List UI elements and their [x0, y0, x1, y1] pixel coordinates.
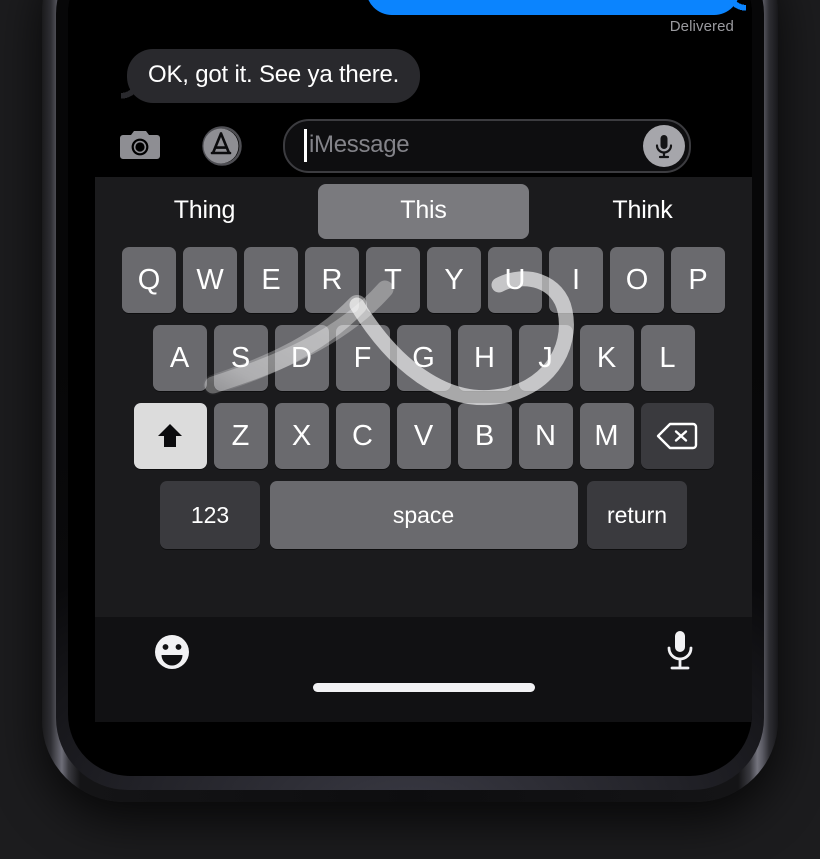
text-caret: [304, 129, 307, 162]
emoji-button[interactable]: [152, 632, 192, 672]
keyboard-row-3: Z X C V B N M: [95, 403, 752, 469]
delivered-status: Delivered: [669, 18, 734, 35]
dictation-button[interactable]: [665, 629, 695, 675]
space-key[interactable]: space: [269, 481, 578, 549]
prediction-2[interactable]: Think: [537, 184, 748, 239]
key-g[interactable]: G: [396, 325, 451, 391]
key-k[interactable]: K: [579, 325, 634, 391]
message-input-bar: iMessage: [68, 112, 752, 177]
phone-screen: Yeah. Staying at the beach late. Deliver…: [68, 0, 752, 776]
key-y[interactable]: Y: [427, 247, 481, 313]
message-bubble-received[interactable]: OK, got it. See ya there.: [127, 49, 421, 103]
key-r[interactable]: R: [305, 247, 359, 313]
key-p[interactable]: P: [671, 247, 725, 313]
key-n[interactable]: N: [518, 403, 573, 469]
backspace-key[interactable]: [640, 403, 714, 469]
camera-icon: [120, 131, 160, 159]
key-a[interactable]: A: [152, 325, 207, 391]
keyboard-row-2: A S D F G H J K L: [95, 325, 752, 391]
key-s[interactable]: S: [213, 325, 268, 391]
key-w[interactable]: W: [183, 247, 237, 313]
key-q[interactable]: Q: [122, 247, 176, 313]
key-c[interactable]: C: [335, 403, 390, 469]
app-store-icon: [202, 126, 242, 166]
camera-button[interactable]: [119, 125, 161, 165]
key-t[interactable]: T: [366, 247, 420, 313]
key-m[interactable]: M: [579, 403, 634, 469]
predictive-text-bar: Thing This Think: [95, 177, 752, 245]
key-l[interactable]: L: [640, 325, 695, 391]
key-h[interactable]: H: [457, 325, 512, 391]
key-u[interactable]: U: [488, 247, 542, 313]
key-i[interactable]: I: [549, 247, 603, 313]
emoji-smiley-icon: [155, 635, 189, 669]
prediction-0[interactable]: Thing: [99, 184, 310, 239]
key-x[interactable]: X: [274, 403, 329, 469]
keyboard-bottom-bar: [95, 617, 752, 722]
key-z[interactable]: Z: [213, 403, 268, 469]
key-d[interactable]: D: [274, 325, 329, 391]
backspace-icon: [656, 422, 698, 450]
numbers-key[interactable]: 123: [160, 481, 260, 549]
shift-arrow-icon: [158, 424, 182, 447]
message-placeholder: iMessage: [309, 131, 410, 158]
field-dictation-button[interactable]: [643, 125, 685, 167]
key-e[interactable]: E: [244, 247, 298, 313]
keyboard: Thing This Think Q W E R T Y U I O P A S…: [95, 177, 752, 617]
key-b[interactable]: B: [457, 403, 512, 469]
microphone-icon: [667, 631, 693, 670]
shift-key[interactable]: [133, 403, 207, 469]
keyboard-row-1: Q W E R T Y U I O P: [95, 247, 752, 313]
message-bubble-sent[interactable]: Yeah. Staying at the beach late.: [366, 0, 740, 15]
key-j[interactable]: J: [518, 325, 573, 391]
message-input-field[interactable]: iMessage: [283, 119, 691, 173]
home-indicator[interactable]: [312, 683, 535, 692]
key-o[interactable]: O: [610, 247, 664, 313]
keyboard-row-4: 123 space return: [95, 481, 752, 549]
key-v[interactable]: V: [396, 403, 451, 469]
key-f[interactable]: F: [335, 325, 390, 391]
return-key[interactable]: return: [587, 481, 687, 549]
prediction-1[interactable]: This: [318, 183, 529, 239]
app-store-button[interactable]: [200, 123, 246, 169]
microphone-icon: [655, 135, 673, 159]
